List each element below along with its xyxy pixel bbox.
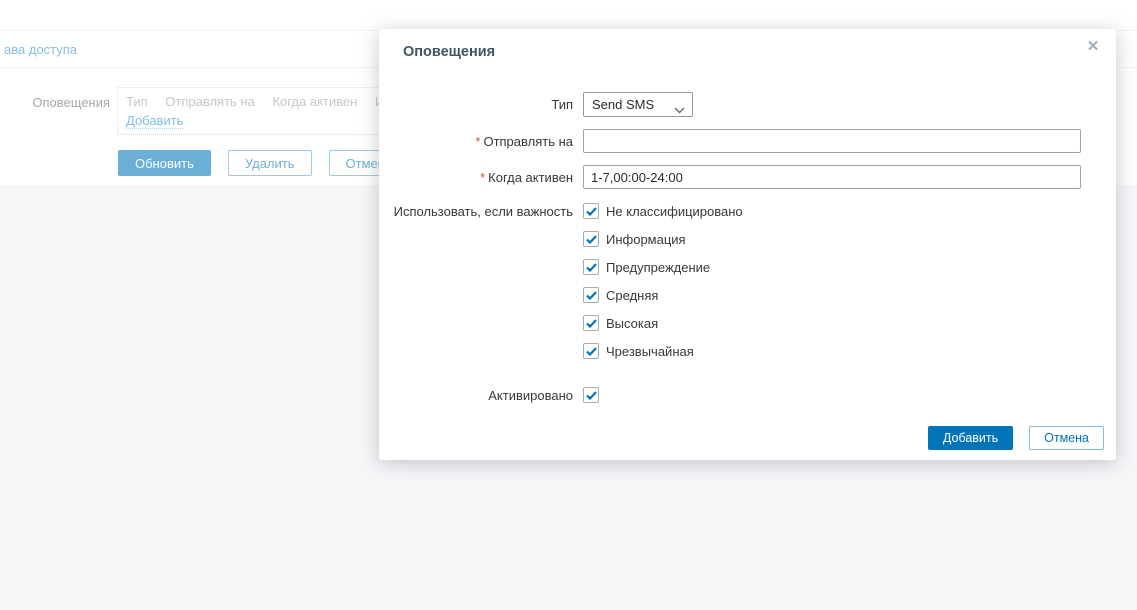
severity-option-label: Не классифицировано <box>606 204 743 219</box>
severity-option-label: Чрезвычайная <box>606 344 694 359</box>
required-marker: * <box>475 134 480 149</box>
check-icon <box>586 207 597 216</box>
severity-option-disaster: Чрезвычайная <box>583 343 743 359</box>
check-icon <box>586 291 597 300</box>
add-button[interactable]: Добавить <box>928 426 1013 450</box>
when-active-label-text: Когда активен <box>488 170 573 185</box>
severity-checkbox-disaster[interactable] <box>583 343 599 359</box>
dialog-footer: Добавить Отмена <box>928 426 1104 450</box>
severity-checkbox-not-classified[interactable] <box>583 203 599 219</box>
enabled-checkbox[interactable] <box>583 387 599 403</box>
severity-option-label: Средняя <box>606 288 658 303</box>
severity-checkbox-high[interactable] <box>583 315 599 331</box>
send-to-label: *Отправлять на <box>391 134 573 149</box>
send-to-row: *Отправлять на <box>391 129 1104 153</box>
severity-checkbox-information[interactable] <box>583 231 599 247</box>
when-active-row: *Когда активен <box>391 165 1104 189</box>
send-to-input[interactable] <box>583 129 1081 153</box>
type-row: Тип Send SMS <box>391 92 1104 117</box>
media-dialog: Оповещения ✕ Тип Send SMS *Отправлять на… <box>379 29 1116 460</box>
severity-option-average: Средняя <box>583 287 743 303</box>
type-select[interactable]: Send SMS <box>583 92 693 117</box>
check-icon <box>586 235 597 244</box>
severity-checkbox-average[interactable] <box>583 287 599 303</box>
check-icon <box>586 319 597 328</box>
enabled-row: Активировано <box>391 387 1104 403</box>
dialog-form: Тип Send SMS *Отправлять на *Когда актив… <box>391 92 1104 415</box>
close-icon[interactable]: ✕ <box>1083 37 1103 57</box>
type-label: Тип <box>391 97 573 112</box>
severity-option-label: Информация <box>606 232 686 247</box>
check-icon <box>586 347 597 356</box>
dialog-title: Оповещения <box>403 44 495 60</box>
severity-option-information: Информация <box>583 231 743 247</box>
when-active-label: *Когда активен <box>391 170 573 185</box>
severity-option-warning: Предупреждение <box>583 259 743 275</box>
severity-checkbox-warning[interactable] <box>583 259 599 275</box>
severity-row: Использовать, если важность Не классифиц… <box>391 203 1104 371</box>
required-marker: * <box>480 170 485 185</box>
severity-option-not-classified: Не классифицировано <box>583 203 743 219</box>
severity-option-label: Предупреждение <box>606 260 710 275</box>
check-icon <box>586 263 597 272</box>
severity-label: Использовать, если важность <box>391 203 573 219</box>
severity-option-high: Высокая <box>583 315 743 331</box>
severity-option-label: Высокая <box>606 316 658 331</box>
dialog-cancel-button[interactable]: Отмена <box>1029 426 1104 450</box>
type-select-value: Send SMS <box>592 97 654 112</box>
when-active-input[interactable] <box>583 165 1081 189</box>
enabled-label: Активировано <box>391 388 573 403</box>
severity-options: Не классифицировано Информация Предупреж… <box>583 203 743 371</box>
chevron-down-icon <box>674 102 685 117</box>
send-to-label-text: Отправлять на <box>483 134 573 149</box>
check-icon <box>586 391 597 400</box>
